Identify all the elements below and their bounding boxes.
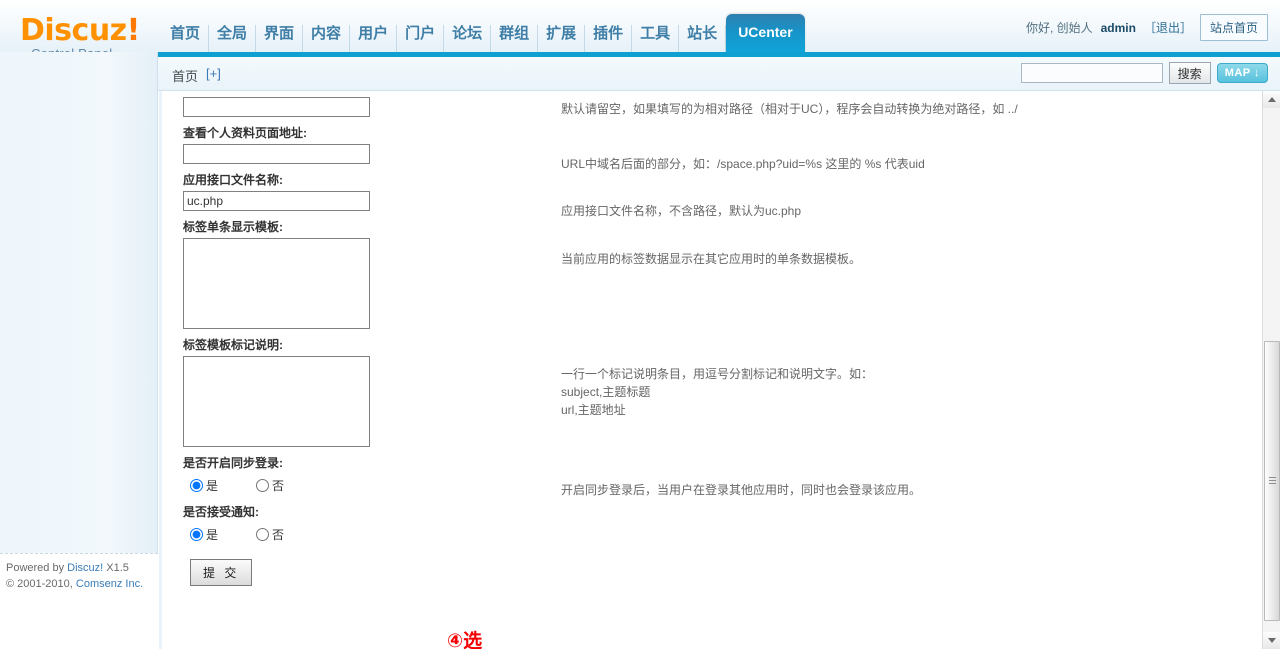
site-home-button[interactable]: 站点首页	[1199, 14, 1268, 41]
accept-notice-label: 是否接受通知:	[183, 505, 259, 519]
api-filename-hint: 应用接口文件名称，不含路径，默认为uc.php	[561, 204, 802, 218]
footer-version: X1.5	[103, 562, 129, 574]
api-filename-label: 应用接口文件名称:	[183, 173, 283, 187]
content-area: 默认请留空，如果填写的为相对路径（相对于UC），程序会自动转换为绝对路径，如 .…	[159, 91, 1262, 649]
left-sidebar: Powered by Discuz! X1.5 © 2001-2010, Com…	[0, 52, 158, 601]
nav-item-global[interactable]: 全局	[209, 25, 257, 52]
search-button[interactable]: 搜索	[1168, 62, 1211, 84]
footer: Powered by Discuz! X1.5 © 2001-2010, Com…	[0, 553, 158, 601]
profile-url-hint: URL中域名后面的部分，如：/space.php?uid=%s 这里的 %s 代…	[561, 157, 925, 171]
accept-notice-yes-label: 是	[206, 527, 219, 542]
annotation-step-4: ④选	[447, 630, 483, 649]
scrollbar-grip-icon	[1269, 477, 1276, 485]
form-row-profile-url: 查看个人资料页面地址: URL中域名后面的部分，如：/space.php?uid…	[183, 125, 1262, 171]
nav-item-home[interactable]: 首页	[162, 25, 210, 52]
tag-template-textarea[interactable]	[183, 238, 370, 329]
accept-notice-radio-yes[interactable]	[190, 527, 203, 541]
nav-item-ucenter[interactable]: UCenter	[726, 14, 805, 52]
form-row-tag-marks: 标签模板标记说明: 一行一个标记说明条目，用逗号分割标记和说明文字。如： sub…	[183, 337, 1262, 447]
nav-item-tools[interactable]: 工具	[632, 25, 680, 52]
accept-notice-no-label: 否	[272, 527, 285, 542]
nav-item-portal[interactable]: 门户	[397, 25, 445, 52]
main-nav: 首页 全局 界面 内容 用户 门户 论坛 群组 扩展 插件 工具 站长 UCen…	[162, 0, 805, 52]
tag-template-hint: 当前应用的标签数据显示在其它应用时的单条数据模板。	[561, 252, 862, 266]
footer-discuz-link[interactable]: Discuz!	[67, 562, 103, 574]
nav-item-extend[interactable]: 扩展	[538, 25, 586, 52]
sync-login-option-yes[interactable]: 是	[183, 477, 218, 494]
sync-login-radio-no[interactable]	[256, 478, 270, 492]
nav-item-group[interactable]: 群组	[491, 25, 539, 52]
logo[interactable]: Discuz! Control Panel	[0, 0, 158, 62]
footer-powered-prefix: Powered by	[6, 562, 68, 574]
nav-item-forum[interactable]: 论坛	[444, 25, 492, 52]
accept-notice-option-no[interactable]: 否	[248, 526, 284, 543]
relative-path-hint: 默认请留空，如果填写的为相对路径（相对于UC），程序会自动转换为绝对路径，如 .…	[561, 102, 1018, 116]
scrollbar-thumb[interactable]	[1264, 341, 1280, 621]
logo-exclamation: !	[126, 13, 141, 48]
sync-login-hint: 开启同步登录后，当用户在登录其他应用时，同时也会登录该应用。	[561, 483, 922, 497]
nav-item-content[interactable]: 内容	[303, 25, 351, 52]
submit-button[interactable]: 提 交	[190, 559, 253, 586]
breadcrumb-home[interactable]: 首页	[172, 66, 198, 85]
form-row-sync-login: 是否开启同步登录: 是 否 开启同步登录后，当用户在登录其他应用时，同时也会登录…	[183, 455, 1262, 497]
api-filename-input[interactable]	[183, 191, 370, 211]
breadcrumb-tools: 搜索 MAP ↓	[1020, 62, 1268, 84]
admin-username: admin	[1100, 20, 1136, 35]
nav-item-ui[interactable]: 界面	[256, 25, 304, 52]
logout-link[interactable]: ［退出］	[1144, 19, 1192, 36]
user-bar: 你好, 创始人 admin ［退出］ 站点首页	[1026, 14, 1268, 41]
tag-marks-textarea[interactable]	[183, 356, 370, 447]
greeting-text: 你好, 创始人	[1025, 21, 1093, 35]
footer-copyright-line: © 2001-2010, Comsenz Inc.	[6, 576, 158, 592]
map-button[interactable]: MAP ↓	[1216, 63, 1268, 83]
accept-notice-option-yes[interactable]: 是	[183, 526, 218, 543]
scroll-down-arrow-icon[interactable]	[1263, 632, 1280, 649]
sync-login-label: 是否开启同步登录:	[183, 456, 283, 470]
accept-notice-radio-no[interactable]	[256, 527, 270, 541]
nav-item-webmaster[interactable]: 站长	[679, 25, 727, 52]
tag-template-label: 标签单条显示模板:	[183, 220, 283, 234]
breadcrumb-bar: 首页 [+] 搜索 MAP ↓	[158, 57, 1280, 91]
footer-powered-line: Powered by Discuz! X1.5	[6, 560, 158, 576]
tag-marks-hint: 一行一个标记说明条目，用逗号分割标记和说明文字。如： subject,主题标题 …	[561, 367, 874, 417]
logo-text: Discuz	[20, 13, 127, 48]
form-row-accept-notice: 是否接受通知: 是 否	[183, 504, 1262, 545]
tag-marks-label: 标签模板标记说明:	[183, 338, 283, 352]
profile-url-label: 查看个人资料页面地址:	[183, 126, 307, 140]
breadcrumb-expand-toggle[interactable]: [+]	[206, 66, 221, 81]
form-row-tag-template: 标签单条显示模板: 当前应用的标签数据显示在其它应用时的单条数据模板。	[183, 219, 1262, 329]
form-row-api-filename: 应用接口文件名称: 应用接口文件名称，不含路径，默认为uc.php	[183, 172, 1262, 218]
relative-path-input[interactable]	[183, 97, 370, 117]
sync-login-option-no[interactable]: 否	[248, 477, 284, 494]
app-settings-form: 默认请留空，如果填写的为相对路径（相对于UC），程序会自动转换为绝对路径，如 .…	[162, 91, 1262, 586]
footer-copyright-prefix: © 2001-2010,	[6, 578, 76, 590]
sync-login-no-label: 否	[272, 478, 285, 493]
nav-item-users[interactable]: 用户	[350, 25, 398, 52]
nav-item-plugin[interactable]: 插件	[585, 25, 633, 52]
search-input[interactable]	[1020, 63, 1163, 83]
scroll-up-arrow-icon[interactable]	[1263, 91, 1280, 108]
top-bar: Discuz! Control Panel 首页 全局 界面 内容 用户 门户 …	[0, 0, 1280, 62]
sync-login-radio-yes[interactable]	[190, 478, 203, 492]
form-row-relative-path: 默认请留空，如果填写的为相对路径（相对于UC），程序会自动转换为绝对路径，如 .…	[183, 97, 1262, 117]
footer-comsenz-link[interactable]: Comsenz Inc.	[76, 578, 143, 590]
sync-login-yes-label: 是	[206, 478, 219, 493]
accept-notice-radio-group: 是 否	[183, 523, 1262, 545]
vertical-scrollbar[interactable]	[1262, 91, 1280, 649]
logo-wordmark: Discuz!	[20, 16, 140, 46]
profile-url-input[interactable]	[183, 144, 370, 164]
